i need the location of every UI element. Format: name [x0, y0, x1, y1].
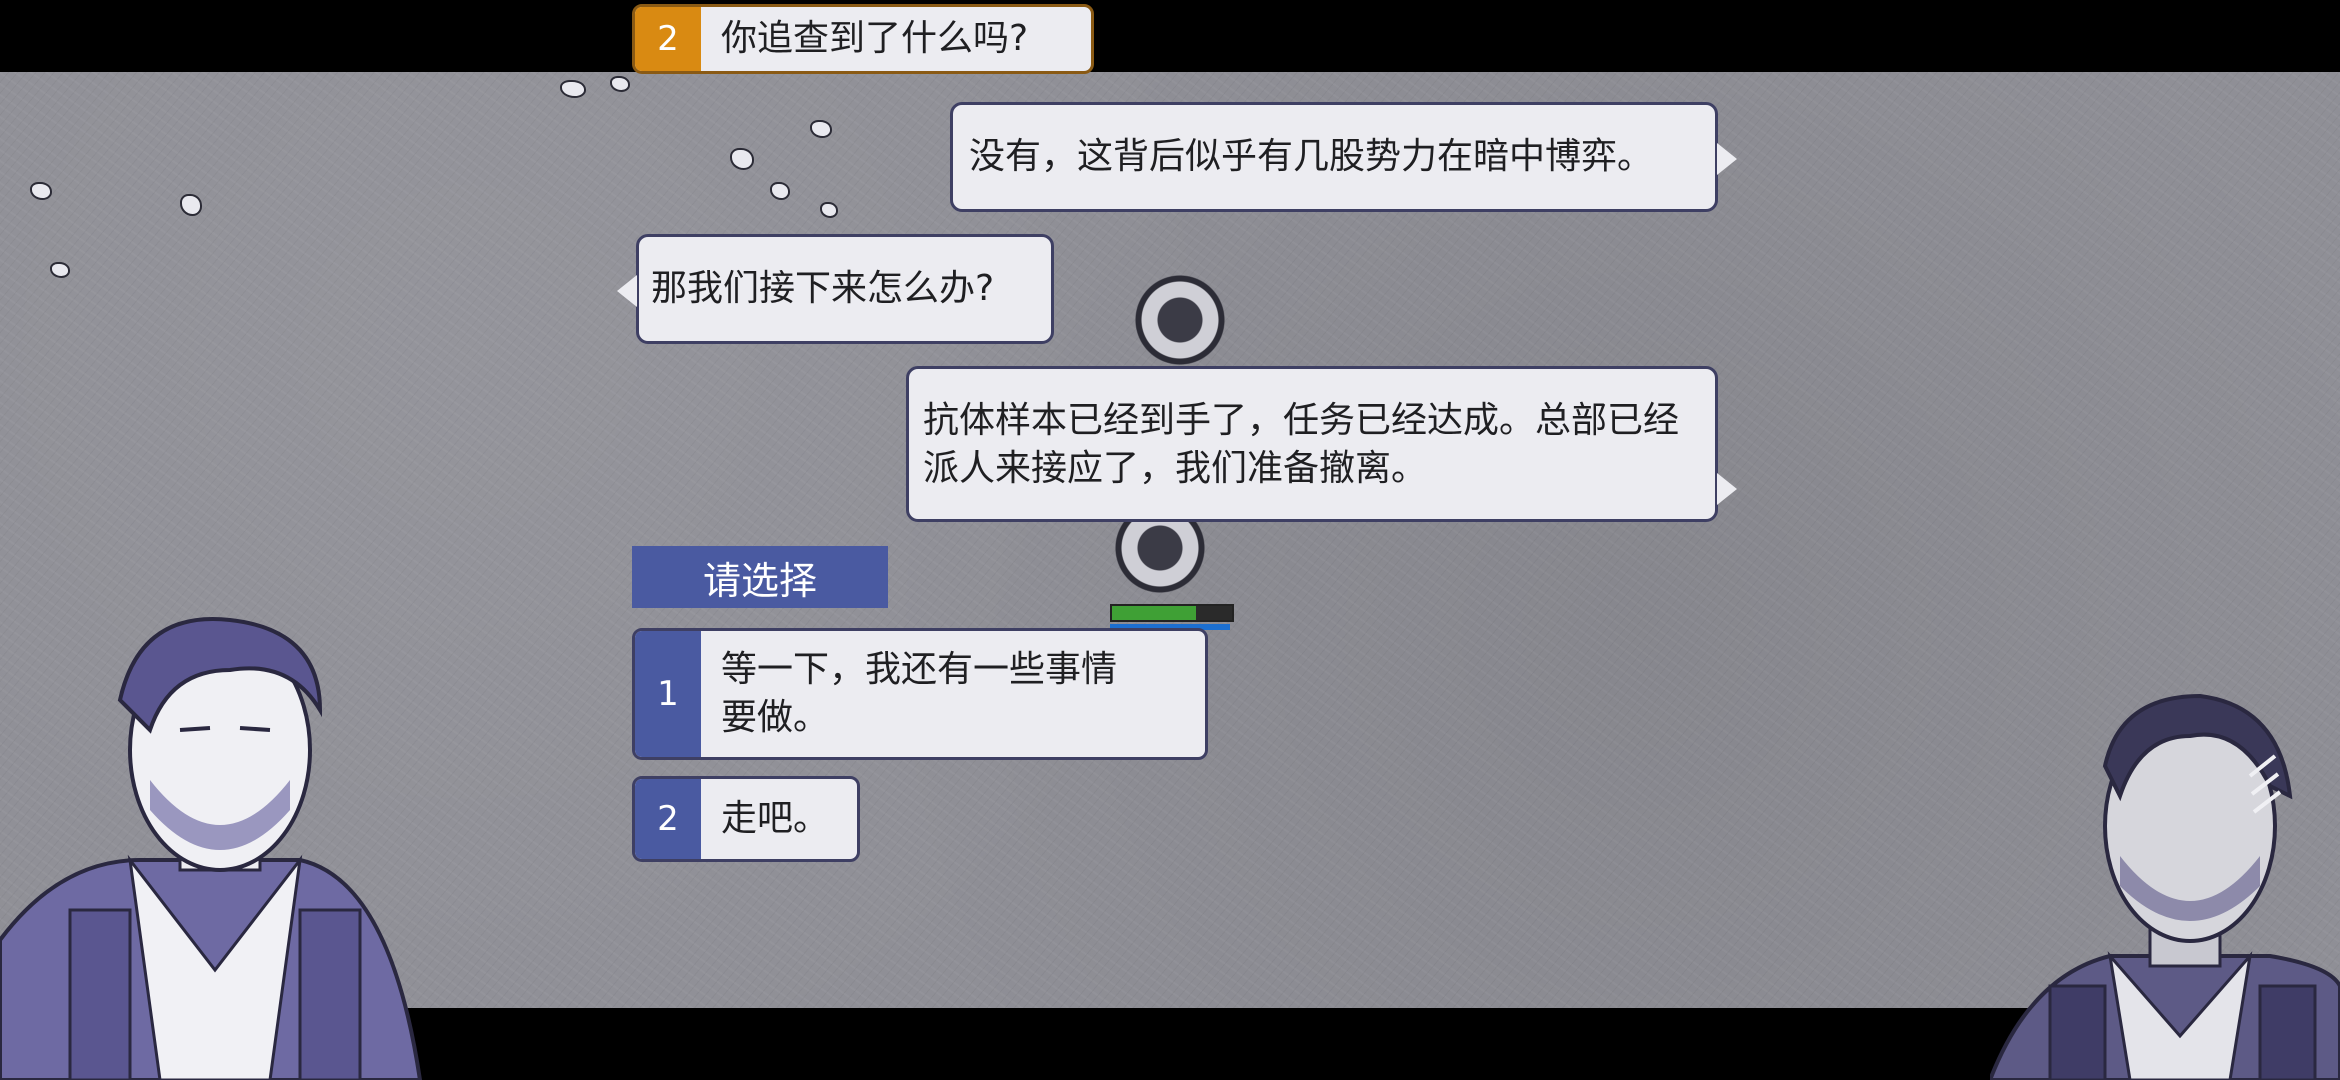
previous-choice-text: 你追查到了什么吗? — [721, 18, 1029, 59]
debris-rock — [770, 182, 790, 200]
choice-number: 2 — [635, 779, 701, 859]
debris-rock — [730, 148, 754, 170]
dialogue-bubble-right: 抗体样本已经到手了，任务已经达成。总部已经派人来接应了，我们准备撤离。 — [906, 366, 1737, 522]
bubble-tail — [617, 275, 637, 307]
dialogue-text: 没有，这背后似乎有几股势力在暗中博弈。 — [969, 136, 1654, 177]
debris-rock — [610, 76, 630, 92]
dialogue-bubble-left: 那我们接下来怎么办? — [617, 234, 1054, 344]
top-letterbox — [0, 0, 2340, 72]
debris-rock — [560, 80, 586, 98]
debris-rock — [180, 194, 202, 216]
choice-number: 1 — [635, 631, 701, 757]
dialogue-text: 那我们接下来怎么办? — [651, 268, 995, 309]
debris-rock — [30, 182, 52, 200]
player-soldier — [1132, 272, 1228, 368]
health-bar — [1110, 604, 1234, 622]
right-character-portrait — [1990, 693, 2340, 1080]
previous-choice-number: 2 — [635, 7, 701, 71]
debris-rock — [820, 202, 838, 218]
choice-option-1[interactable]: 1 等一下，我还有一些事情要做。 — [632, 628, 1208, 760]
choice-prompt: 请选择 — [632, 546, 888, 608]
bubble-tail — [1717, 473, 1737, 505]
health-bar-fill — [1112, 606, 1196, 620]
debris-rock — [810, 120, 832, 138]
choice-text: 走吧。 — [721, 798, 830, 839]
dialogue-text: 抗体样本已经到手了，任务已经达成。总部已经派人来接应了，我们准备撤离。 — [923, 400, 1680, 489]
left-character-portrait — [0, 617, 423, 1080]
debris-rock — [50, 262, 70, 278]
choice-text: 等一下，我还有一些事情要做。 — [721, 649, 1118, 738]
choice-option-2[interactable]: 2 走吧。 — [632, 776, 860, 862]
dialogue-bubble-right: 没有，这背后似乎有几股势力在暗中博弈。 — [950, 102, 1737, 212]
bubble-tail — [1717, 143, 1737, 175]
previous-choice: 2 你追查到了什么吗? — [632, 4, 1094, 74]
